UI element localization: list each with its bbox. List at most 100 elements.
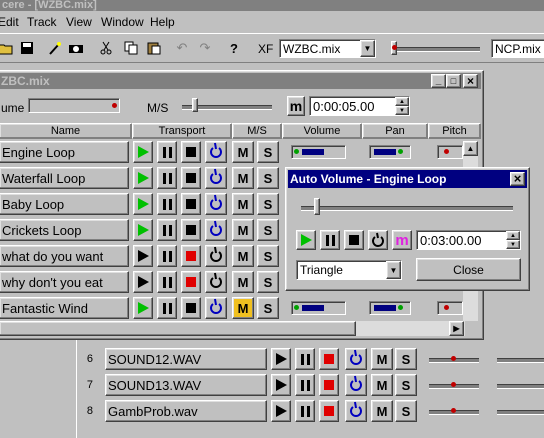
pause-button[interactable] bbox=[157, 297, 177, 319]
pause-button[interactable] bbox=[295, 400, 315, 422]
solo-button[interactable]: S bbox=[257, 245, 279, 267]
mute-button[interactable]: M bbox=[232, 271, 254, 293]
pitch-meter[interactable] bbox=[437, 301, 463, 315]
camera-icon[interactable] bbox=[66, 38, 86, 58]
header-name[interactable]: Name bbox=[0, 123, 132, 139]
solo-button[interactable]: S bbox=[257, 167, 279, 189]
av-pause-button[interactable] bbox=[320, 230, 340, 250]
cut-icon[interactable] bbox=[96, 38, 116, 58]
loop-button[interactable] bbox=[205, 271, 227, 293]
pan-meter[interactable] bbox=[369, 145, 411, 159]
pause-button[interactable] bbox=[157, 141, 177, 163]
scroll-up-button[interactable]: ▲ bbox=[463, 141, 478, 156]
mute-button[interactable]: M bbox=[232, 219, 254, 241]
mute-button[interactable]: M bbox=[232, 141, 254, 163]
chevron-down-icon[interactable]: ▼ bbox=[360, 40, 375, 57]
mute-button[interactable]: M bbox=[232, 245, 254, 267]
pan-meter[interactable] bbox=[369, 301, 411, 315]
pause-button[interactable] bbox=[157, 271, 177, 293]
time-up-button[interactable]: ▲ bbox=[395, 97, 409, 106]
pause-button[interactable] bbox=[157, 245, 177, 267]
play-button[interactable] bbox=[133, 245, 153, 267]
play-button[interactable] bbox=[133, 141, 153, 163]
mute-button[interactable]: M bbox=[371, 400, 393, 422]
pitch-meter[interactable] bbox=[437, 145, 463, 159]
track-name-button[interactable]: Fantastic Wind bbox=[0, 297, 129, 319]
undo-icon[interactable]: ↶ bbox=[172, 38, 192, 58]
track-name-button[interactable]: what do you want bbox=[0, 245, 129, 267]
av-play-button[interactable] bbox=[296, 230, 316, 250]
xf-file-select[interactable]: WZBC.mix ▼ bbox=[279, 39, 376, 58]
track-name-button[interactable]: why don't you eat bbox=[0, 271, 129, 293]
chevron-down-icon[interactable]: ▼ bbox=[386, 261, 401, 279]
loop-button[interactable] bbox=[205, 193, 227, 215]
play-button[interactable] bbox=[271, 348, 291, 370]
menu-edit[interactable]: Edit bbox=[0, 15, 19, 29]
pause-button[interactable] bbox=[157, 219, 177, 241]
stop-button[interactable] bbox=[181, 245, 201, 267]
auto-volume-slider[interactable] bbox=[314, 198, 320, 215]
stop-button[interactable] bbox=[181, 141, 201, 163]
loop-button[interactable] bbox=[205, 245, 227, 267]
av-time-up-button[interactable]: ▲ bbox=[506, 231, 520, 240]
track-name-button[interactable]: Crickets Loop bbox=[0, 219, 129, 241]
mute-button[interactable]: M bbox=[371, 374, 393, 396]
play-button[interactable] bbox=[133, 193, 153, 215]
loop-button[interactable] bbox=[205, 297, 227, 319]
track-name-button[interactable]: GambProb.wav bbox=[105, 400, 267, 422]
right-file-select[interactable]: NCP.mix bbox=[491, 39, 544, 58]
solo-button[interactable]: S bbox=[395, 348, 417, 370]
header-pitch[interactable]: Pitch bbox=[428, 123, 481, 139]
hscroll-thumb[interactable] bbox=[0, 321, 356, 336]
track-name-button[interactable]: Waterfall Loop bbox=[0, 167, 129, 189]
volume-meter[interactable] bbox=[291, 145, 346, 159]
loop-button[interactable] bbox=[205, 219, 227, 241]
copy-icon[interactable] bbox=[121, 38, 141, 58]
stop-button[interactable] bbox=[319, 400, 339, 422]
play-button[interactable] bbox=[133, 297, 153, 319]
open-folder-icon[interactable] bbox=[0, 38, 16, 58]
wand-icon[interactable] bbox=[45, 38, 65, 58]
loop-button[interactable] bbox=[345, 374, 367, 396]
header-volume[interactable]: Volume bbox=[282, 123, 362, 139]
mute-button[interactable]: M bbox=[232, 297, 254, 319]
play-button[interactable] bbox=[133, 219, 153, 241]
pause-button[interactable] bbox=[295, 348, 315, 370]
stop-button[interactable] bbox=[181, 167, 201, 189]
mute-button[interactable]: M bbox=[371, 348, 393, 370]
loop-button[interactable] bbox=[205, 141, 227, 163]
paste-icon[interactable] bbox=[144, 38, 164, 58]
mute-button[interactable]: M bbox=[232, 167, 254, 189]
av-loop-button[interactable] bbox=[368, 230, 388, 250]
solo-button[interactable]: S bbox=[257, 271, 279, 293]
save-disk-icon[interactable] bbox=[17, 38, 37, 58]
track-name-button[interactable]: SOUND12.WAV bbox=[105, 348, 267, 370]
loop-button[interactable] bbox=[345, 400, 367, 422]
header-pan[interactable]: Pan bbox=[362, 123, 428, 139]
ms-slider-thumb[interactable] bbox=[192, 98, 198, 112]
menu-help[interactable]: Help bbox=[150, 15, 175, 29]
pause-button[interactable] bbox=[295, 374, 315, 396]
stop-button[interactable] bbox=[181, 297, 201, 319]
stop-button[interactable] bbox=[181, 271, 201, 293]
mix-hscrollbar[interactable]: ▶ bbox=[0, 321, 465, 336]
av-time-down-button[interactable]: ▼ bbox=[506, 240, 520, 249]
stop-button[interactable] bbox=[181, 193, 201, 215]
av-m-button[interactable]: m bbox=[392, 230, 412, 250]
time-down-button[interactable]: ▼ bbox=[395, 106, 409, 115]
menu-track[interactable]: Track bbox=[27, 15, 57, 29]
av-close-button[interactable]: Close bbox=[416, 258, 521, 281]
solo-button[interactable]: S bbox=[257, 141, 279, 163]
track-name-button[interactable]: Engine Loop bbox=[0, 141, 129, 163]
loop-button[interactable] bbox=[345, 348, 367, 370]
solo-button[interactable]: S bbox=[257, 297, 279, 319]
solo-button[interactable]: S bbox=[257, 193, 279, 215]
track-name-button[interactable]: Baby Loop bbox=[0, 193, 129, 215]
header-ms[interactable]: M/S bbox=[232, 123, 282, 139]
maximize-button[interactable]: □ bbox=[446, 74, 461, 88]
dialog-close-x-button[interactable]: × bbox=[510, 171, 525, 186]
stop-button[interactable] bbox=[181, 219, 201, 241]
menu-view[interactable]: View bbox=[66, 15, 92, 29]
play-button[interactable] bbox=[133, 167, 153, 189]
header-transport[interactable]: Transport bbox=[132, 123, 232, 139]
